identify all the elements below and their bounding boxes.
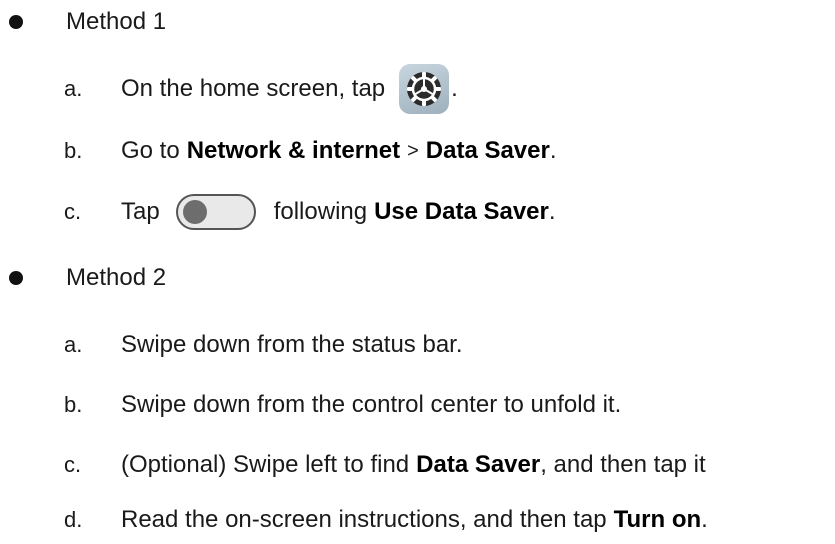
step-text-part: . <box>548 198 556 225</box>
toggle-switch-icon <box>175 194 256 230</box>
step-text: Swipe down from the status bar. <box>121 331 463 358</box>
method-label: Method 1 <box>66 8 167 35</box>
ui-term: Use Data Saver <box>374 198 549 225</box>
step-text-part: . <box>549 137 557 164</box>
step-text: Tap following Use Data Saver . <box>121 194 556 230</box>
step-text-part: . <box>701 506 708 533</box>
step-text-part: following <box>273 198 368 225</box>
step-text-part: , and then tap it <box>540 451 706 478</box>
step-text: Swipe down from the control center to un… <box>121 391 622 418</box>
step-text-part: Tap <box>121 198 160 225</box>
step-letter: a. <box>64 76 83 101</box>
ui-term: Data Saver <box>425 137 550 164</box>
step-text: Read the on-screen instructions, and the… <box>121 506 708 534</box>
step-text-part: . <box>451 75 458 102</box>
step-text-part: On the home screen, tap <box>121 75 386 102</box>
method-label: Method 2 <box>66 264 167 291</box>
step-text: Go to Network & internet > Data Saver . <box>121 137 557 165</box>
step-letter: a. <box>64 332 83 357</box>
step-letter: b. <box>64 392 83 417</box>
settings-gear-icon <box>399 64 450 114</box>
bullet-icon <box>9 271 23 285</box>
step-letter: c. <box>64 452 82 477</box>
step-text: (Optional) Swipe left to find Data Saver… <box>121 451 706 479</box>
step-letter: c. <box>64 199 82 224</box>
toggle-knob <box>182 200 207 224</box>
step-text-part: (Optional) Swipe left to find <box>121 451 410 478</box>
step-text-part: > <box>407 139 419 162</box>
step-text-part: Go to <box>121 137 180 164</box>
step-text-part: Read the on-screen instructions, and the… <box>121 506 607 533</box>
ui-term: Turn on <box>613 506 702 533</box>
ui-term: Data Saver <box>416 451 541 478</box>
bullet-icon <box>9 15 23 29</box>
step-text: On the home screen, tap . <box>121 64 458 114</box>
step-letter: d. <box>64 507 83 532</box>
step-letter: b. <box>64 138 83 163</box>
ui-term: Network & internet <box>186 137 401 164</box>
